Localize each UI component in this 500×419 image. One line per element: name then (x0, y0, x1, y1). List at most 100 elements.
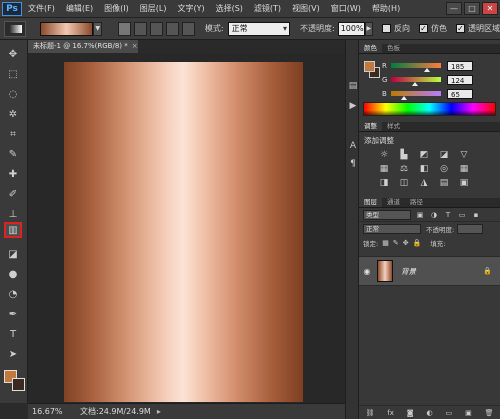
threshold-icon[interactable]: ◮ (417, 177, 431, 189)
tab-paths[interactable]: 路径 (405, 198, 428, 207)
red-slider[interactable] (391, 63, 441, 72)
radial-gradient-button[interactable] (134, 21, 148, 36)
zoom-level[interactable]: 16.67% (32, 407, 64, 416)
move-tool-icon[interactable]: ✥ (4, 46, 22, 62)
gradient-tool-icon[interactable]: ▥ (4, 222, 22, 238)
path-selection-tool-icon[interactable]: ➤ (4, 346, 22, 362)
photo-filter-icon[interactable]: ◎ (437, 163, 451, 175)
new-adjustment-layer-icon[interactable]: ◐ (427, 409, 433, 417)
adjustment-filter-icon[interactable]: ◑ (429, 210, 439, 220)
lock-pixels-icon[interactable]: ✎ (393, 239, 399, 247)
menu-file[interactable]: 文件(F) (28, 3, 55, 14)
close-button[interactable]: ✕ (482, 2, 498, 15)
gradient-picker-arrow[interactable]: ▼ (93, 21, 103, 36)
layer-name[interactable]: 背景 (401, 266, 416, 277)
transparency-checkbox[interactable]: ✓ 透明区域 (455, 23, 500, 34)
visibility-eye-icon[interactable]: ◉ (359, 267, 375, 276)
dodge-tool-icon[interactable]: ◔ (4, 286, 22, 302)
tab-styles[interactable]: 样式 (382, 122, 405, 131)
history-icon[interactable]: ▤ (347, 80, 359, 92)
selective-color-icon[interactable]: ▣ (457, 177, 471, 189)
tab-adjustments[interactable]: 调整 (359, 122, 382, 131)
layer-kind-select[interactable]: 类型 (363, 209, 411, 220)
green-slider-thumb[interactable] (412, 82, 419, 86)
dither-checkbox-box[interactable]: ✓ (418, 24, 428, 33)
clone-stamp-tool-icon[interactable]: ⊥ (4, 206, 22, 222)
channel-mixer-icon[interactable]: ▦ (457, 163, 471, 175)
eraser-tool-icon[interactable]: ◪ (4, 246, 22, 262)
character-icon[interactable]: A (347, 140, 359, 152)
opacity-field[interactable]: 100% (337, 21, 365, 36)
menu-edit[interactable]: 编辑(E) (66, 3, 93, 14)
red-slider-thumb[interactable] (424, 68, 431, 72)
color-balance-icon[interactable]: ⚖ (397, 163, 411, 175)
gradient-editor-swatch[interactable] (40, 21, 94, 36)
new-group-icon[interactable]: ▭ (446, 409, 453, 417)
close-document-icon[interactable]: × (132, 42, 138, 50)
layer-blend-mode-select[interactable]: 正常 (363, 224, 421, 234)
actions-icon[interactable]: ▶ (347, 100, 359, 112)
new-layer-icon[interactable]: ▣ (465, 409, 472, 417)
blur-tool-icon[interactable]: ● (4, 266, 22, 282)
tab-swatches[interactable]: 色板 (382, 44, 405, 53)
smart-object-filter-icon[interactable]: ▪ (471, 210, 481, 220)
healing-brush-tool-icon[interactable]: ✚ (4, 166, 22, 182)
brightness-icon[interactable]: ☼ (377, 149, 391, 161)
reflected-gradient-button[interactable] (166, 21, 179, 36)
lasso-tool-icon[interactable]: ◌ (4, 86, 22, 102)
menu-window[interactable]: 窗口(W) (331, 3, 361, 14)
gradient-map-icon[interactable]: ▤ (437, 177, 451, 189)
pixel-filter-icon[interactable]: ▣ (415, 210, 425, 220)
invert-icon[interactable]: ◨ (377, 177, 391, 189)
lock-all-icon[interactable]: 🔒 (413, 239, 422, 247)
layer-opacity-field[interactable] (457, 224, 484, 234)
tool-preset-picker[interactable] (4, 20, 27, 37)
black-white-icon[interactable]: ◧ (417, 163, 431, 175)
reverse-checkbox-box[interactable] (381, 24, 391, 33)
background-color-swatch[interactable] (12, 378, 25, 391)
lock-transparent-icon[interactable]: ▦ (382, 239, 389, 247)
marquee-tool-icon[interactable]: ⬚ (4, 66, 22, 82)
opacity-arrow[interactable]: ▶ (364, 21, 373, 36)
menu-select[interactable]: 选择(S) (216, 3, 243, 14)
hue-saturation-icon[interactable]: ▦ (377, 163, 391, 175)
menu-image[interactable]: 图像(I) (104, 3, 129, 14)
pen-tool-icon[interactable]: ✒ (4, 306, 22, 322)
tab-layers[interactable]: 图层 (359, 198, 382, 207)
color-swatches[interactable] (4, 370, 26, 392)
menu-type[interactable]: 文字(Y) (177, 3, 204, 14)
brush-tool-icon[interactable]: ✐ (4, 186, 22, 202)
transparency-checkbox-box[interactable]: ✓ (455, 24, 465, 33)
diamond-gradient-button[interactable] (182, 21, 195, 36)
levels-icon[interactable]: ▙ (397, 149, 411, 161)
green-slider[interactable] (391, 77, 441, 86)
dither-checkbox[interactable]: ✓ 仿色 (418, 23, 447, 34)
menu-layer[interactable]: 图层(L) (140, 3, 167, 14)
layer-row[interactable]: ◉ 背景 🔒 (359, 256, 500, 286)
layer-style-icon[interactable]: fx (387, 409, 394, 417)
minimize-button[interactable]: — (446, 2, 462, 15)
reverse-checkbox[interactable]: 反向 (381, 23, 410, 34)
menu-view[interactable]: 视图(V) (292, 3, 320, 14)
menu-help[interactable]: 帮助(H) (372, 3, 400, 14)
green-value-field[interactable]: 124 (447, 74, 473, 85)
panel-foreground-swatch[interactable] (364, 61, 375, 72)
blue-slider[interactable] (391, 91, 441, 100)
blue-slider-thumb[interactable] (400, 96, 407, 100)
red-value-field[interactable]: 185 (447, 60, 473, 71)
posterize-icon[interactable]: ◫ (397, 177, 411, 189)
document-tab[interactable]: 未标题-1 @ 16.7%(RGB/8) * × (28, 40, 138, 53)
eyedropper-tool-icon[interactable]: ✎ (4, 146, 22, 162)
layer-mask-icon[interactable]: ◙ (407, 409, 414, 417)
paragraph-icon[interactable]: ¶ (347, 158, 359, 170)
type-tool-icon[interactable]: T (4, 326, 22, 342)
type-filter-icon[interactable]: T (443, 210, 453, 220)
vibrance-icon[interactable]: ▽ (457, 149, 471, 161)
tab-channels[interactable]: 通道 (382, 198, 405, 207)
blend-mode-select[interactable]: 正常 (227, 21, 290, 36)
exposure-icon[interactable]: ◪ (437, 149, 451, 161)
magic-wand-tool-icon[interactable]: ✲ (4, 106, 22, 122)
linear-gradient-button[interactable] (118, 21, 132, 36)
shape-filter-icon[interactable]: ▭ (457, 210, 467, 220)
document-canvas[interactable] (64, 62, 303, 402)
